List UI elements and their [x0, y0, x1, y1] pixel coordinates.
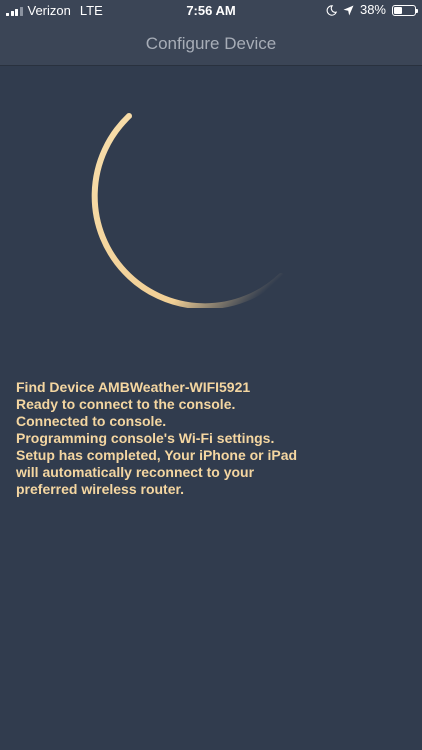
status-message-find-device: Find Device AMBWeather-WIFI5921: [16, 379, 251, 395]
configure-device-screen: Verizon LTE 7:56 AM 38% Configure Device: [0, 0, 422, 750]
setup-status-messages: Find Device AMBWeather-WIFI5921 Ready to…: [16, 379, 316, 498]
battery-level-fill: [394, 6, 402, 14]
status-message-connected: Connected to console.: [16, 413, 167, 429]
page-title: Configure Device: [145, 34, 277, 53]
battery-percentage: 38%: [359, 2, 386, 17]
status-message-programming: Programming console's Wi-Fi settings.: [16, 430, 275, 446]
spinner-arc: [91, 113, 284, 308]
status-message-ready: Ready to connect to the console.: [16, 396, 236, 412]
navigation-bar: Configure Device: [0, 22, 422, 66]
location-arrow-icon: [343, 5, 354, 15]
do-not-disturb-moon-icon: [326, 4, 337, 16]
loading-spinner-icon: [91, 113, 284, 308]
status-message-completed: Setup has completed, Your iPhone or iPad…: [16, 447, 298, 497]
status-bar: Verizon LTE 7:56 AM 38%: [0, 0, 422, 22]
status-right: 38%: [326, 2, 418, 17]
battery-icon: [392, 4, 418, 16]
